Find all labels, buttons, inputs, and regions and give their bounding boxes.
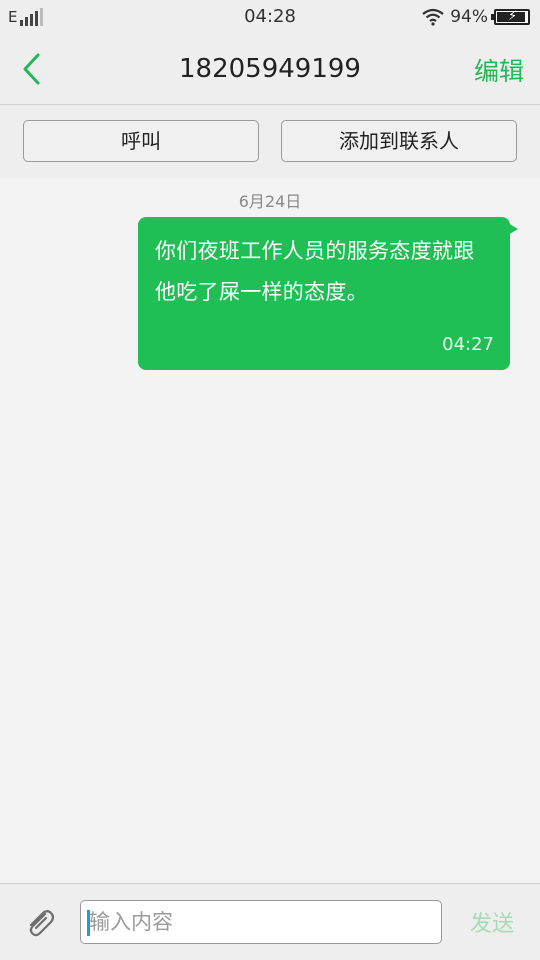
message-bubble[interactable]: 你们夜班工作人员的服务态度就跟他吃了屎一样的态度。 04:27 <box>138 217 518 370</box>
battery-percent: 94% <box>450 7 488 27</box>
message-thread[interactable]: 6月24日 你们夜班工作人员的服务态度就跟他吃了屎一样的态度。 04:27 <box>0 178 540 883</box>
header: 18205949199 编辑 <box>0 34 540 105</box>
back-button[interactable] <box>16 52 50 86</box>
battery-charging-icon: ⚡ <box>491 9 530 25</box>
add-to-contacts-button[interactable]: 添加到联系人 <box>281 120 517 162</box>
message-input-box[interactable] <box>80 900 442 944</box>
bubble-tail <box>508 223 518 235</box>
paperclip-icon <box>29 910 55 937</box>
action-bar: 呼叫 添加到联系人 <box>0 105 540 178</box>
status-bar: E 04:28 94% ⚡ <box>0 0 540 34</box>
edit-button[interactable]: 编辑 <box>474 52 524 88</box>
message-text: 你们夜班工作人员的服务态度就跟他吃了屎一样的态度。 <box>155 239 475 304</box>
wifi-icon <box>422 8 444 26</box>
message-time: 04:27 <box>442 334 494 355</box>
composer: 发送 <box>0 883 540 960</box>
chevron-left-icon <box>23 53 40 85</box>
message-input[interactable] <box>89 901 429 943</box>
date-separator: 6月24日 <box>238 192 302 211</box>
page-title: 18205949199 <box>179 54 361 84</box>
send-button[interactable]: 发送 <box>470 906 514 938</box>
attach-button[interactable] <box>24 906 56 940</box>
status-right: 94% ⚡ <box>422 6 530 28</box>
call-button[interactable]: 呼叫 <box>23 120 259 162</box>
